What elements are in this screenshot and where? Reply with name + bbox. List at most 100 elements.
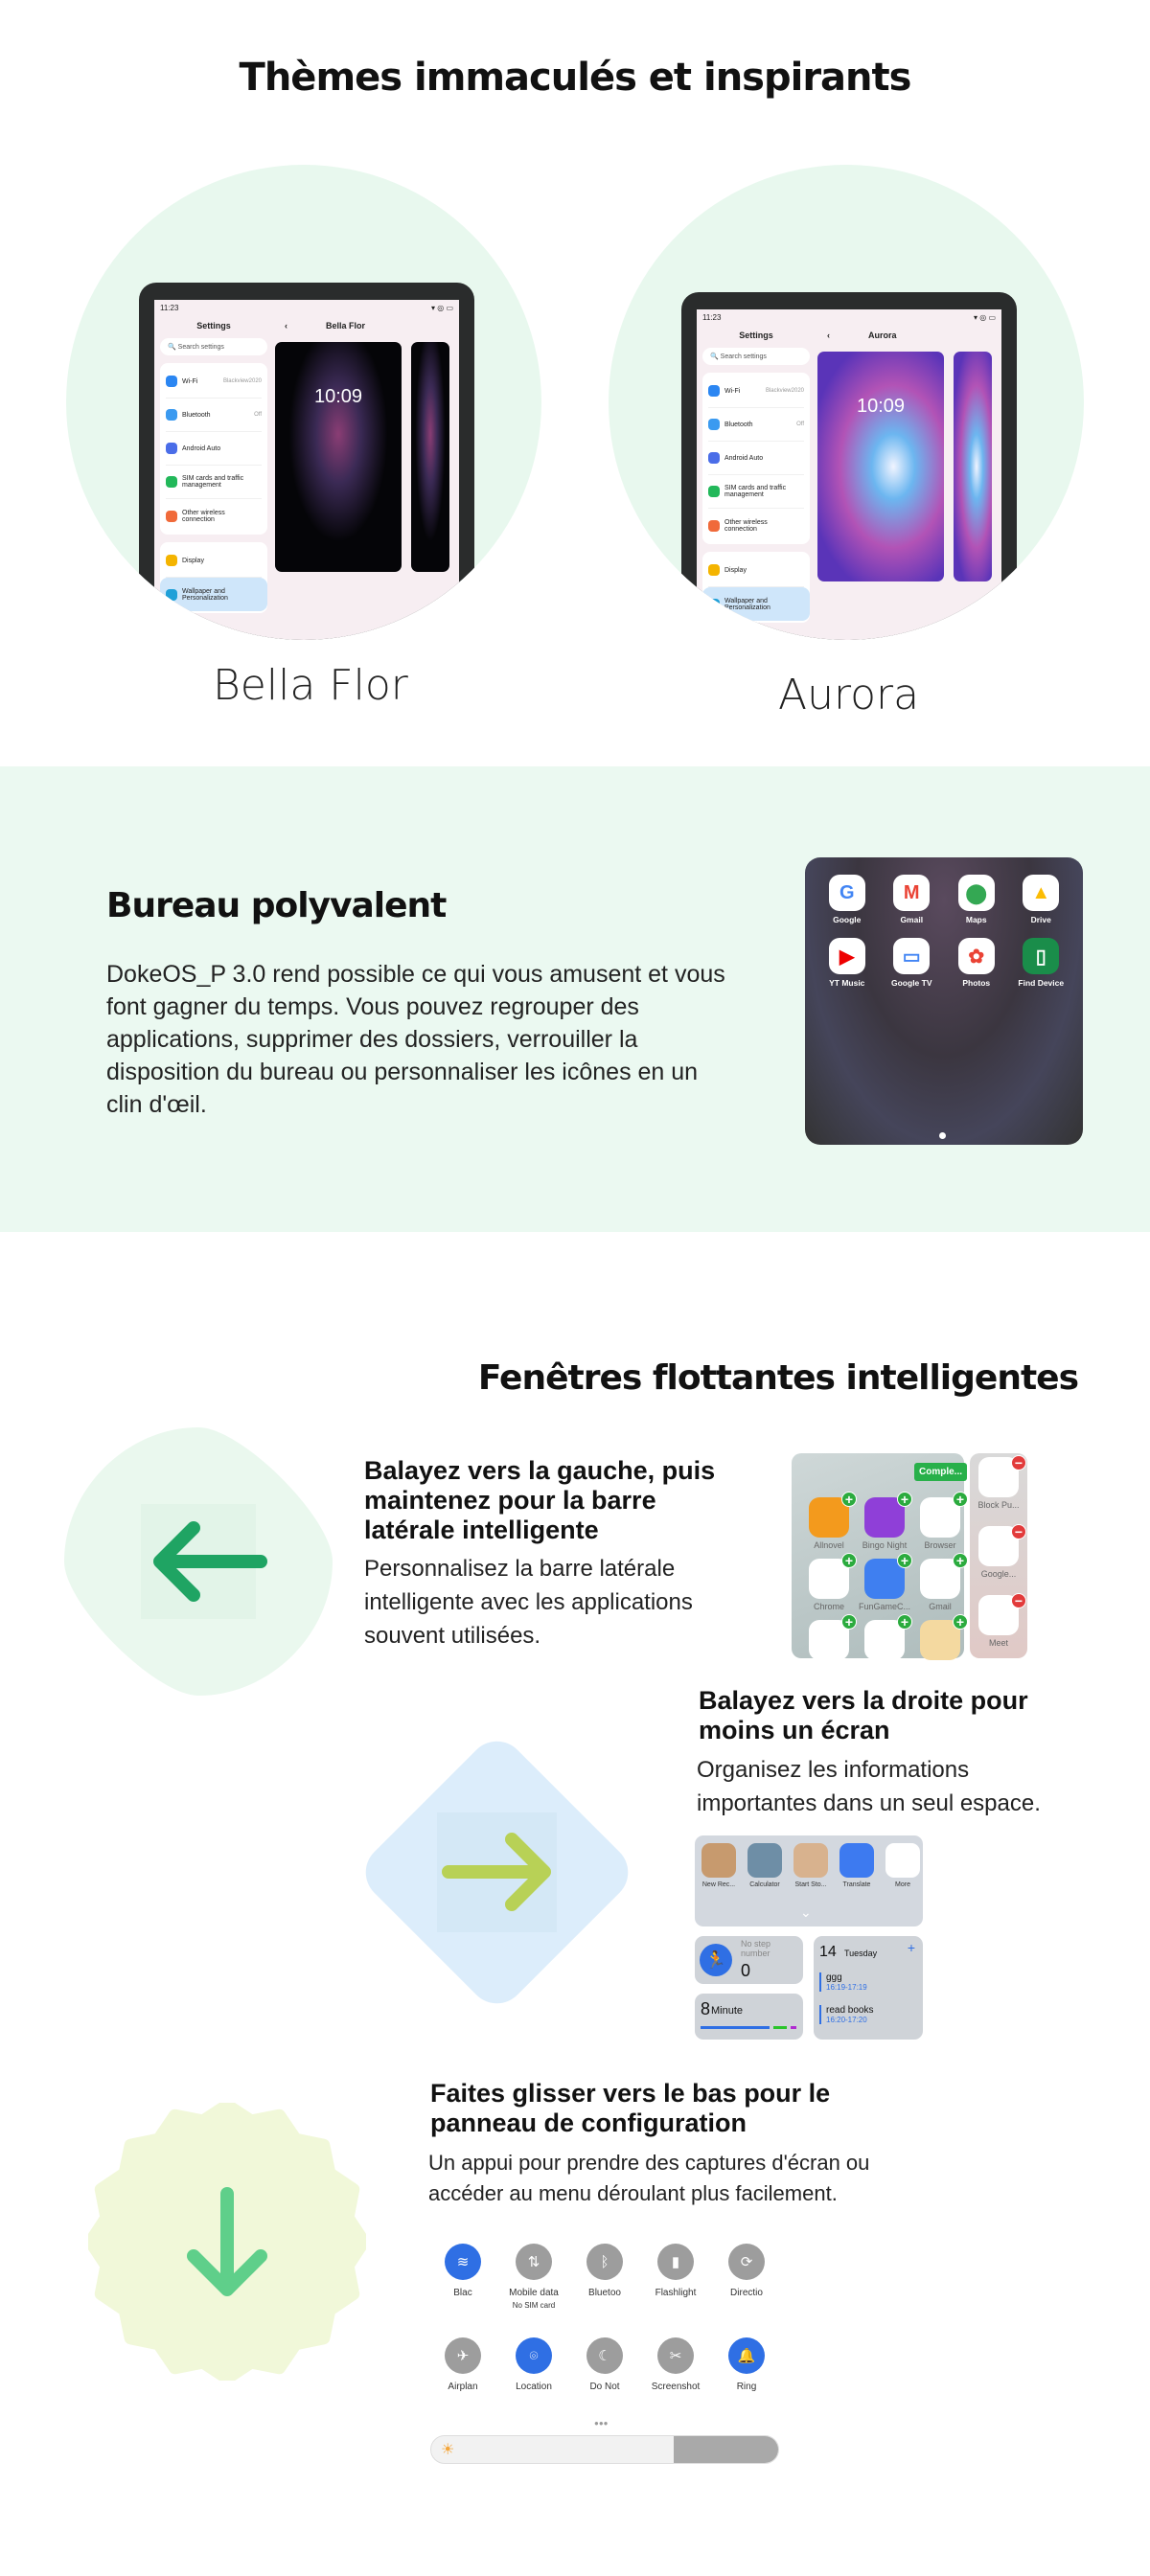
settings-item[interactable]: Android Auto	[166, 432, 262, 466]
wallpaper-preview[interactable]	[411, 342, 449, 572]
tablet-screen: 11:23 ▾ ◎ ▭ Settings 🔍 Search settings Wi-Fi…	[154, 300, 459, 640]
page-dots: ●●●	[594, 2419, 609, 2428]
theme-preview-bella-flor: 11:23 ▾ ◎ ▭ Settings 🔍 Search settings Wi-Fi…	[66, 165, 541, 640]
settings-item-label: SIM cards and traffic management	[724, 485, 787, 498]
location-icon: ⌾	[516, 2337, 552, 2374]
shortcut[interactable]: Translate	[835, 1843, 879, 1888]
settings-item[interactable]: Wi-Fi Blackview2020	[708, 375, 804, 408]
settings-item[interactable]: Other wireless connection	[166, 499, 262, 533]
settings-item-icon	[166, 443, 177, 454]
quick-tile-airplane[interactable]: ✈ Airplan	[429, 2337, 496, 2392]
remove-app-icon[interactable]: −	[1011, 1524, 1026, 1539]
settings-item[interactable]: Wallpaper and Personalization	[160, 578, 267, 611]
section-heading: Fenêtres flottantes intelligentes	[477, 1358, 1079, 1398]
settings-item[interactable]: Display	[708, 554, 804, 587]
app-icon-find-device[interactable]: ▯ Find Device	[1009, 938, 1074, 988]
back-icon[interactable]: ‹	[827, 331, 830, 340]
app-icon-gmail[interactable]: M Gmail	[880, 875, 945, 924]
remove-app-icon[interactable]: −	[1011, 1455, 1026, 1470]
app-glyph-icon: ▯	[1023, 938, 1060, 974]
quick-tile-rotation[interactable]: ⟳ Directio	[713, 2244, 780, 2298]
back-icon[interactable]: ‹	[285, 321, 288, 331]
chevron-down-icon[interactable]: ⌄	[800, 1904, 812, 1921]
airplane-icon: ✈	[445, 2337, 481, 2374]
app-icon-google[interactable]: G Google	[815, 875, 880, 924]
app-glyph-icon: ▲	[1023, 875, 1060, 911]
quick-tile-screenshot[interactable]: ✂ Screenshot	[642, 2337, 709, 2392]
quick-tile-wifi[interactable]: ≋ Blac	[429, 2244, 496, 2298]
quick-tile-data[interactable]: ⇅ Mobile data No SIM card	[500, 2244, 567, 2310]
remove-app-icon[interactable]: −	[1011, 1593, 1026, 1608]
shortcut-icon	[840, 1843, 874, 1878]
settings-item-label: Display	[182, 557, 204, 564]
settings-item-icon	[708, 419, 720, 430]
search-icon: 🔍	[168, 344, 178, 351]
flashlight-icon: ▮	[657, 2244, 694, 2280]
quick-tile-flashlight[interactable]: ▮ Flashlight	[642, 2244, 709, 2298]
settings-item-label: Display	[724, 566, 747, 574]
page-title: Thèmes immaculés et inspirants	[239, 56, 912, 100]
section-text: DokeOS_P 3.0 rend possible ce qui vous a…	[106, 961, 725, 1118]
calendar-event[interactable]: ggg 16:19-17:19	[819, 1972, 867, 1992]
app-icon-google-tv[interactable]: ▭ Google TV	[880, 938, 945, 988]
settings-item-label: SIM cards and traffic management	[182, 475, 244, 489]
app-glyph-icon: ▶	[828, 938, 865, 974]
settings-item-label: Bluetooth	[182, 411, 211, 419]
settings-item-label: Wi-Fi	[182, 377, 198, 385]
settings-item-icon	[166, 409, 177, 421]
settings-item[interactable]: Other wireless connection	[708, 509, 804, 542]
settings-item[interactable]: Wallpaper and Personalization	[702, 587, 810, 621]
theme-label: Bella Flor	[213, 661, 408, 710]
wallpaper-preview[interactable]: 10:09	[817, 352, 944, 581]
shortcut[interactable]: Start Sto...	[789, 1843, 833, 1888]
quick-tile-bell[interactable]: 🔔 Ring	[713, 2337, 780, 2392]
add-icon[interactable]: +	[908, 1940, 915, 1955]
shortcut[interactable]: Calculator	[743, 1843, 787, 1888]
app-icon-maps[interactable]: ⬤ Maps	[944, 875, 1009, 924]
search-input[interactable]: 🔍 Search settings	[160, 338, 267, 355]
quick-tile-moon[interactable]: ☾ Do Not	[571, 2337, 638, 2392]
shortcut[interactable]: More	[881, 1843, 925, 1888]
status-time: 11:23	[702, 313, 722, 322]
settings-item-icon	[708, 564, 720, 576]
settings-panel: Settings 🔍 Search settings Wi-Fi Blackview2…	[160, 315, 267, 621]
rotation-icon: ⟳	[728, 2244, 765, 2280]
shortcut[interactable]: New Rec...	[697, 1843, 741, 1888]
settings-item-icon	[708, 385, 720, 397]
calendar-event[interactable]: read books 16:20-17:20	[819, 2005, 873, 2024]
theme-detail: ‹ Bella Flor 10:09	[275, 315, 459, 572]
status-time: 11:23	[160, 304, 179, 312]
settings-item[interactable]: Android Auto	[708, 442, 804, 475]
calendar-widget: 14 Tuesday + ggg 16:19-17:19 read books 16:…	[814, 1936, 923, 2040]
search-input[interactable]: 🔍 Search settings	[702, 348, 810, 365]
wallpaper-preview[interactable]: 10:09	[275, 342, 402, 572]
settings-item[interactable]: Bluetooth Off	[166, 399, 262, 432]
detail-title: Aurora	[868, 331, 897, 340]
status-icons: ▾ ◎ ▭	[974, 313, 996, 322]
settings-item-value: Off	[796, 422, 804, 427]
app-icon-photos[interactable]: ✿ Photos	[944, 938, 1009, 988]
home-screen-mockup: G Google M Gmail ⬤ Maps ▲ Drive ▶ YT Music ▭ Google…	[805, 857, 1083, 1145]
shortcut-icon	[886, 1843, 920, 1878]
status-icons: ▾ ◎ ▭	[431, 304, 453, 312]
app-icon-drive[interactable]: ▲ Drive	[1009, 875, 1074, 924]
quick-tile-location[interactable]: ⌾ Location	[500, 2337, 567, 2392]
app-icon-yt-music[interactable]: ▶ YT Music	[815, 938, 880, 988]
settings-item[interactable]: SIM cards and traffic management	[708, 475, 804, 509]
settings-item[interactable]: SIM cards and traffic management	[166, 466, 262, 499]
detail-title: Bella Flor	[326, 321, 366, 331]
quick-tile-bluetooth[interactable]: ᛒ Bluetoo	[571, 2244, 638, 2298]
app-glyph-icon: ⬤	[957, 875, 995, 911]
complete-button[interactable]: Comple...	[914, 1463, 968, 1481]
brightness-slider[interactable]: ☀	[430, 2435, 779, 2464]
clock: 10:09	[313, 386, 363, 407]
settings-item-icon	[708, 486, 720, 497]
settings-item[interactable]: Wi-Fi Blackview2020	[166, 365, 262, 399]
settings-item-icon	[166, 510, 177, 522]
settings-item[interactable]: Display	[166, 544, 262, 578]
swipe-left-badge	[59, 1423, 337, 1700]
settings-item[interactable]: Bluetooth Off	[708, 408, 804, 442]
section-heading: Bureau polyvalent	[106, 886, 447, 925]
wallpaper-preview[interactable]	[954, 352, 992, 581]
feature-text: Un appui pour prendre des captures d'écr…	[428, 2151, 870, 2205]
